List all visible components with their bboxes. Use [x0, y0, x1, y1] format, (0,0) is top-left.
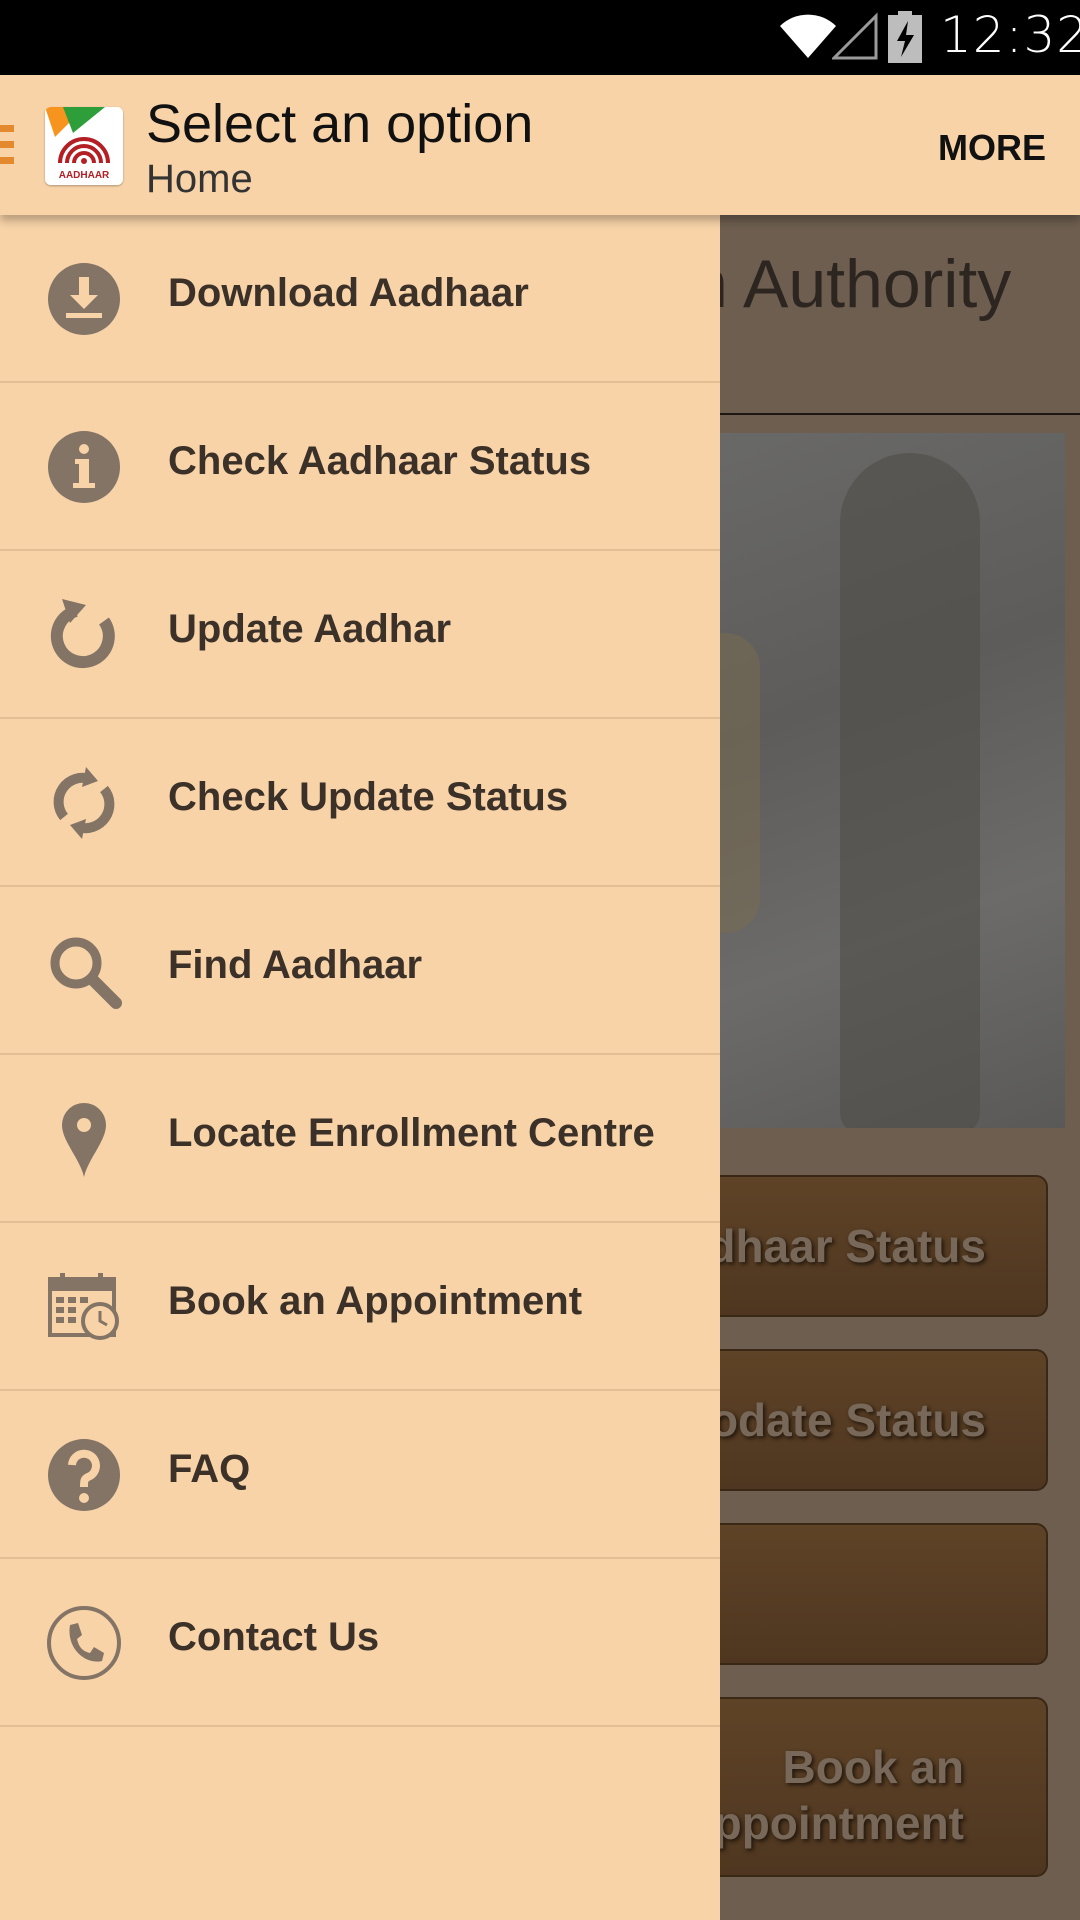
aadhaar-logo-icon: AADHAAR	[45, 107, 123, 185]
drawer-item-label: Check Update Status	[168, 775, 569, 819]
calendar-clock-icon	[48, 1273, 119, 1340]
logo-text: AADHAAR	[59, 170, 110, 181]
page-title: Select an option	[146, 94, 534, 154]
search-icon	[50, 937, 122, 1009]
drawer-item-check-update-status[interactable]: Check Update Status	[0, 719, 720, 887]
sync-icon	[53, 767, 115, 839]
page-subtitle: Home	[146, 157, 253, 201]
phone-icon	[47, 1606, 121, 1680]
drawer-item-label: Find Aadhaar	[168, 943, 423, 987]
drawer-item-label: FAQ	[168, 1447, 251, 1491]
drawer-item-update-aadhar[interactable]: Update Aadhar	[0, 551, 720, 719]
location-pin-icon	[62, 1103, 106, 1177]
drawer-item-label: Update Aadhar	[168, 607, 452, 651]
home-title: n Authority	[690, 246, 1012, 322]
drawer-item-label: Check Aadhaar Status	[168, 439, 592, 483]
drawer-item-faq[interactable]: FAQ	[0, 1391, 720, 1559]
question-icon	[48, 1439, 120, 1511]
drawer-item-label: Locate Enrollment Centre	[168, 1111, 655, 1155]
drawer-item-book-an-appointment[interactable]: Book an Appointment	[0, 1223, 720, 1391]
drawer-toggle-icon[interactable]	[0, 125, 14, 167]
download-icon	[48, 263, 120, 335]
drawer-item-label: Book an Appointment	[168, 1279, 583, 1323]
refresh-icon	[50, 599, 115, 669]
drawer-item-find-aadhaar[interactable]: Find Aadhaar	[0, 887, 720, 1055]
drawer-item-check-aadhaar-status[interactable]: Check Aadhaar Status	[0, 383, 720, 551]
action-bar: AADHAAR Select an option Home MORE	[0, 75, 1080, 215]
info-icon	[48, 431, 120, 503]
more-button[interactable]: MORE	[938, 127, 1046, 169]
drawer-item-download-aadhaar[interactable]: Download Aadhaar	[0, 215, 720, 383]
signal-icon	[832, 12, 878, 60]
drawer-item-contact-us[interactable]: Contact Us	[0, 1559, 720, 1727]
drawer-item-locate-enrollment-centre[interactable]: Locate Enrollment Centre	[0, 1055, 720, 1223]
drawer-item-label: Contact Us	[168, 1615, 380, 1659]
status-bar: 12:32	[0, 0, 1080, 75]
battery-charging-icon	[888, 11, 922, 63]
navigation-drawer: Download Aadhaar Check Aadhaar Status Up…	[0, 215, 720, 1920]
app-logo[interactable]: AADHAAR	[45, 107, 123, 185]
wifi-icon	[780, 14, 836, 59]
drawer-item-label: Download Aadhaar	[168, 271, 529, 315]
clock: 12:32	[940, 6, 1080, 64]
